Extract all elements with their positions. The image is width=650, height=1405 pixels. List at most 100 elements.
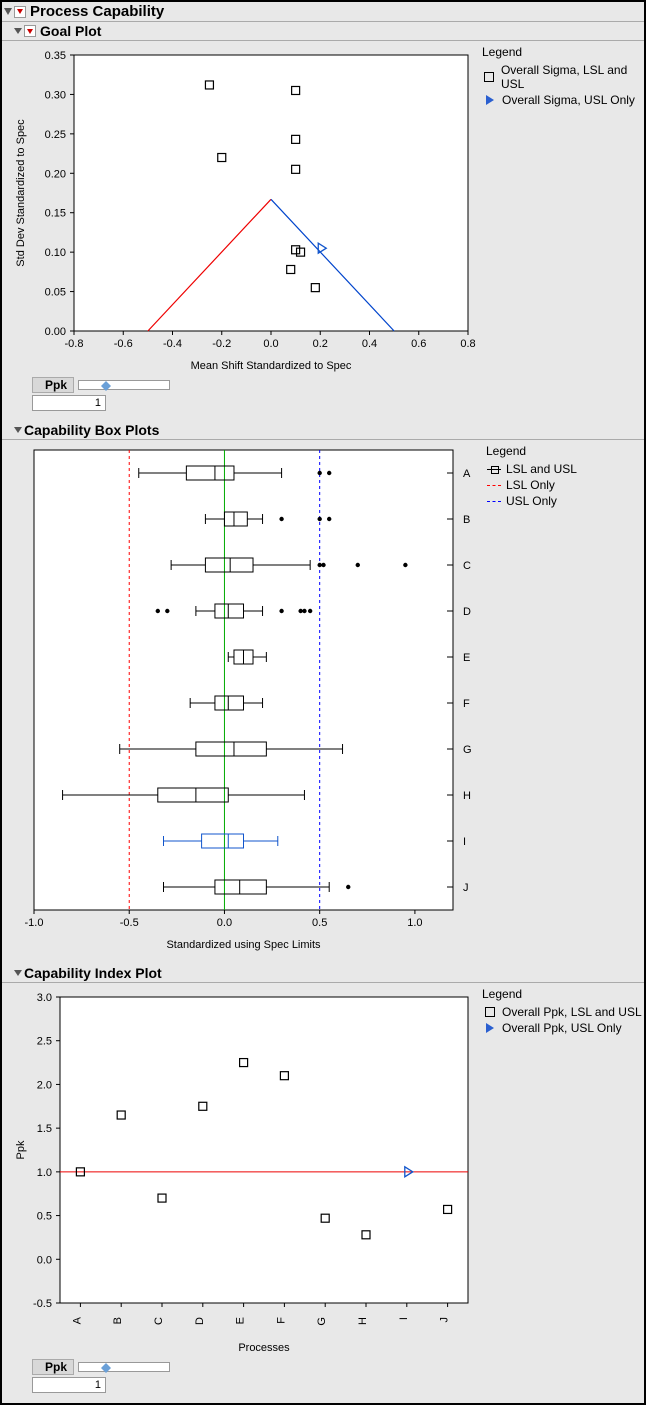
svg-text:0.25: 0.25 bbox=[45, 129, 66, 141]
legend-item: Overall Ppk, LSL and USL bbox=[482, 1005, 642, 1019]
legend-header: Legend bbox=[482, 45, 644, 59]
box-plots-legend: Legend LSL and USL LSL Only USL Only bbox=[486, 444, 577, 510]
ppk-slider[interactable] bbox=[78, 1362, 170, 1372]
legend-item: LSL and USL bbox=[486, 462, 577, 476]
legend-item: Overall Ppk, USL Only bbox=[482, 1021, 642, 1035]
svg-text:C: C bbox=[153, 1317, 165, 1325]
svg-text:0.30: 0.30 bbox=[45, 89, 66, 101]
goal-plot-header[interactable]: Goal Plot bbox=[2, 22, 644, 41]
goal-plot-body: -0.8-0.6-0.4-0.20.00.20.40.60.80.000.050… bbox=[2, 41, 644, 421]
process-capability-panel: Process Capability Goal Plot -0.8-0.6-0.… bbox=[0, 0, 646, 1405]
svg-text:I: I bbox=[398, 1317, 410, 1320]
box-plots-body: -1.0 -0.5 0.0 0.5 1.0 Standardized using Spec… bbox=[2, 440, 644, 964]
ppk-label: Ppk bbox=[32, 1359, 74, 1375]
svg-text:2.0: 2.0 bbox=[37, 1079, 52, 1091]
svg-text:0.00: 0.00 bbox=[45, 326, 66, 338]
blue-triangle-icon bbox=[486, 95, 494, 105]
svg-text:Std Dev Standardized to Spec: Std Dev Standardized to Spec bbox=[15, 119, 27, 267]
disclosure-triangle-icon[interactable] bbox=[14, 427, 22, 433]
svg-text:B: B bbox=[112, 1317, 124, 1324]
disclosure-triangle-icon[interactable] bbox=[4, 8, 12, 15]
svg-text:-0.4: -0.4 bbox=[163, 338, 182, 350]
svg-text:I: I bbox=[463, 836, 466, 848]
svg-text:0.5: 0.5 bbox=[312, 917, 327, 929]
slider-handle-icon[interactable] bbox=[101, 1358, 111, 1368]
svg-text:0.10: 0.10 bbox=[45, 247, 66, 259]
legend-label: Overall Sigma, USL Only bbox=[502, 93, 635, 107]
legend-item: USL Only bbox=[486, 494, 577, 508]
svg-text:Ppk: Ppk bbox=[15, 1140, 27, 1159]
svg-text:0.2: 0.2 bbox=[313, 338, 328, 350]
legend-label: USL Only bbox=[506, 494, 557, 508]
svg-text:1.0: 1.0 bbox=[407, 917, 422, 929]
blue-line-icon bbox=[487, 501, 501, 502]
svg-text:2.5: 2.5 bbox=[37, 1036, 52, 1048]
svg-text:B: B bbox=[463, 514, 470, 526]
legend-item: Overall Sigma, USL Only bbox=[482, 93, 644, 107]
svg-text:D: D bbox=[463, 606, 471, 618]
open-square-icon bbox=[485, 1007, 495, 1017]
index-plot-legend: Legend Overall Ppk, LSL and USL Overall … bbox=[482, 987, 642, 1037]
svg-text:0.35: 0.35 bbox=[45, 50, 66, 62]
goal-plot-title: Goal Plot bbox=[40, 23, 101, 39]
svg-text:1.5: 1.5 bbox=[37, 1123, 52, 1135]
svg-text:-1.0: -1.0 bbox=[25, 917, 44, 929]
svg-text:-0.2: -0.2 bbox=[212, 338, 231, 350]
root-title: Process Capability bbox=[30, 3, 164, 20]
legend-label: LSL and USL bbox=[506, 462, 577, 476]
section-menu-icon[interactable] bbox=[14, 6, 26, 18]
svg-text:E: E bbox=[463, 652, 470, 664]
svg-text:1.0: 1.0 bbox=[37, 1167, 52, 1179]
disclosure-triangle-icon[interactable] bbox=[14, 28, 22, 34]
ppk-slider-row: Ppk bbox=[32, 377, 644, 393]
svg-text:G: G bbox=[316, 1317, 328, 1326]
index-plot-chart: -0.50.00.51.01.52.02.53.0PpkABCDEFGHIJPr… bbox=[8, 987, 478, 1357]
svg-text:Processes: Processes bbox=[238, 1342, 290, 1354]
box-plots-chart: -1.0 -0.5 0.0 0.5 1.0 Standardized using Spec… bbox=[6, 444, 481, 954]
svg-text:H: H bbox=[357, 1317, 369, 1325]
svg-text:F: F bbox=[463, 698, 470, 710]
section-menu-icon[interactable] bbox=[24, 25, 36, 37]
svg-text:E: E bbox=[235, 1317, 247, 1324]
legend-label: Overall Ppk, LSL and USL bbox=[502, 1005, 642, 1019]
box-plots-title: Capability Box Plots bbox=[24, 422, 159, 438]
svg-text:0.0: 0.0 bbox=[37, 1254, 52, 1266]
svg-text:0.15: 0.15 bbox=[45, 208, 66, 220]
blue-triangle-icon bbox=[486, 1023, 494, 1033]
ppk-value-input[interactable]: 1 bbox=[32, 395, 106, 411]
svg-text:0.6: 0.6 bbox=[411, 338, 426, 350]
goal-plot-chart: -0.8-0.6-0.4-0.20.00.20.40.60.80.000.050… bbox=[8, 45, 478, 375]
disclosure-triangle-icon[interactable] bbox=[14, 970, 22, 976]
legend-label: Overall Sigma, LSL and USL bbox=[501, 63, 644, 91]
svg-text:F: F bbox=[275, 1317, 287, 1324]
ppk-value-input[interactable]: 1 bbox=[32, 1377, 106, 1393]
goal-plot-legend: Legend Overall Sigma, LSL and USL Overal… bbox=[482, 45, 644, 109]
svg-text:-0.6: -0.6 bbox=[114, 338, 133, 350]
index-plot-title: Capability Index Plot bbox=[24, 965, 162, 981]
svg-text:0.05: 0.05 bbox=[45, 287, 66, 299]
index-plot-body: -0.50.00.51.01.52.02.53.0PpkABCDEFGHIJPr… bbox=[2, 983, 644, 1403]
svg-text:3.0: 3.0 bbox=[37, 992, 52, 1004]
svg-text:0.0: 0.0 bbox=[263, 338, 278, 350]
ppk-slider[interactable] bbox=[78, 380, 170, 390]
red-line-icon bbox=[487, 485, 501, 486]
svg-text:D: D bbox=[194, 1317, 206, 1325]
svg-text:0.4: 0.4 bbox=[362, 338, 377, 350]
svg-text:H: H bbox=[463, 790, 471, 802]
ppk-label: Ppk bbox=[32, 377, 74, 393]
svg-text:C: C bbox=[463, 560, 471, 572]
legend-label: LSL Only bbox=[506, 478, 555, 492]
svg-text:A: A bbox=[71, 1316, 83, 1324]
index-plot-header[interactable]: Capability Index Plot bbox=[2, 964, 644, 983]
root-header[interactable]: Process Capability bbox=[2, 2, 644, 22]
legend-header: Legend bbox=[486, 444, 577, 458]
svg-text:G: G bbox=[463, 744, 472, 756]
svg-text:J: J bbox=[463, 882, 469, 894]
svg-text:-0.5: -0.5 bbox=[120, 917, 139, 929]
slider-handle-icon[interactable] bbox=[101, 376, 111, 386]
svg-text:0.0: 0.0 bbox=[217, 917, 232, 929]
svg-text:Mean Shift Standardized to Spe: Mean Shift Standardized to Spec bbox=[191, 360, 352, 372]
black-box-icon bbox=[487, 469, 501, 470]
box-plots-header[interactable]: Capability Box Plots bbox=[2, 421, 644, 440]
svg-text:Standardized using Spec Limits: Standardized using Spec Limits bbox=[166, 939, 321, 951]
